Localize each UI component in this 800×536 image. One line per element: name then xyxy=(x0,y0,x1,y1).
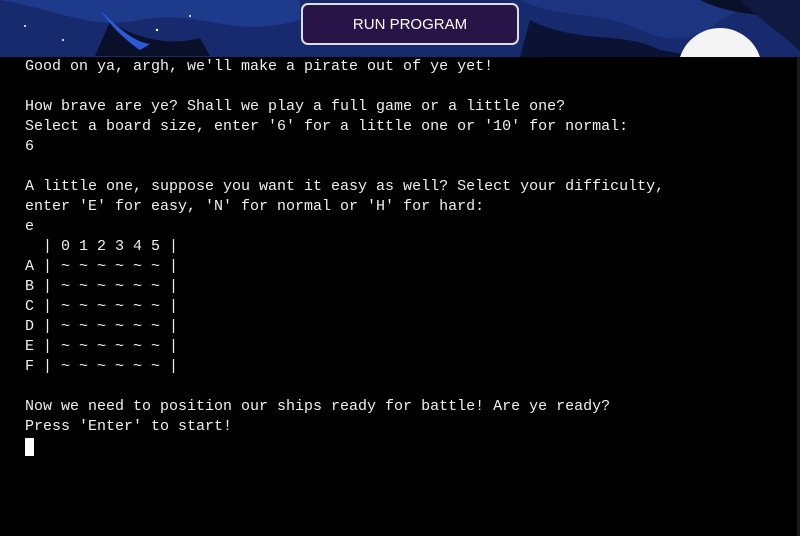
terminal-line: e xyxy=(25,218,35,235)
board-row: B | ~ ~ ~ ~ ~ ~ | xyxy=(25,278,179,295)
terminal-line: Now we need to position our ships ready … xyxy=(25,398,611,415)
terminal-line: A little one, suppose you want it easy a… xyxy=(25,178,665,195)
board-row: F | ~ ~ ~ ~ ~ ~ | xyxy=(25,358,179,375)
terminal-input-line[interactable] xyxy=(25,437,797,457)
terminal-line: Good on ya, argh, we'll make a pirate ou… xyxy=(25,58,494,75)
board-row: C | ~ ~ ~ ~ ~ ~ | xyxy=(25,298,179,315)
run-program-button[interactable]: RUN PROGRAM xyxy=(301,3,519,45)
text-cursor xyxy=(25,438,34,456)
board-row: E | ~ ~ ~ ~ ~ ~ | xyxy=(25,338,179,355)
terminal-line: Press 'Enter' to start! xyxy=(25,418,233,435)
terminal-line: enter 'E' for easy, 'N' for normal or 'H… xyxy=(25,198,485,215)
page: RUN PROGRAM Good on ya, argh, we'll make… xyxy=(0,0,800,536)
board-row: A | ~ ~ ~ ~ ~ ~ | xyxy=(25,258,179,275)
terminal-output[interactable]: Good on ya, argh, we'll make a pirate ou… xyxy=(0,57,797,536)
terminal-line: Select a board size, enter '6' for a lit… xyxy=(25,118,629,135)
terminal-line: How brave are ye? Shall we play a full g… xyxy=(25,98,566,115)
terminal-line: 6 xyxy=(25,138,35,155)
board-row: D | ~ ~ ~ ~ ~ ~ | xyxy=(25,318,179,335)
board-header-row: | 0 1 2 3 4 5 | xyxy=(25,238,179,255)
